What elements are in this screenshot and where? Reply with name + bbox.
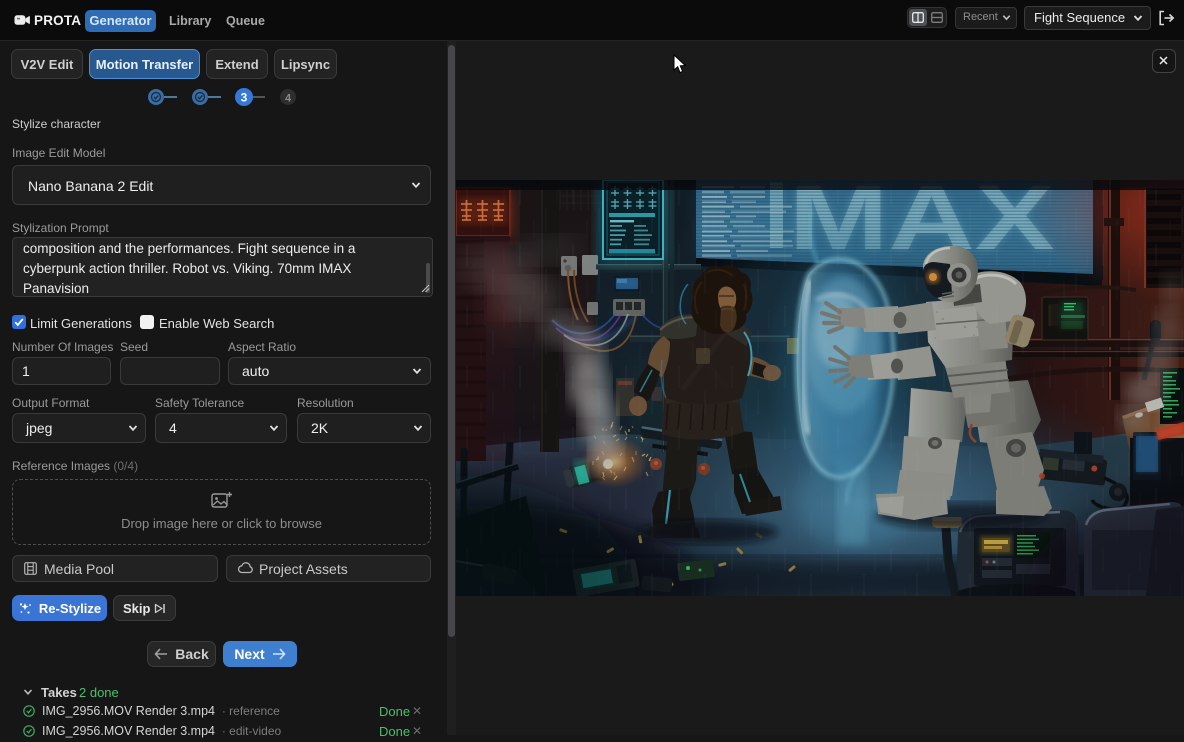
svg-text:3: 3 (241, 91, 248, 105)
svg-text:4: 4 (285, 93, 292, 105)
